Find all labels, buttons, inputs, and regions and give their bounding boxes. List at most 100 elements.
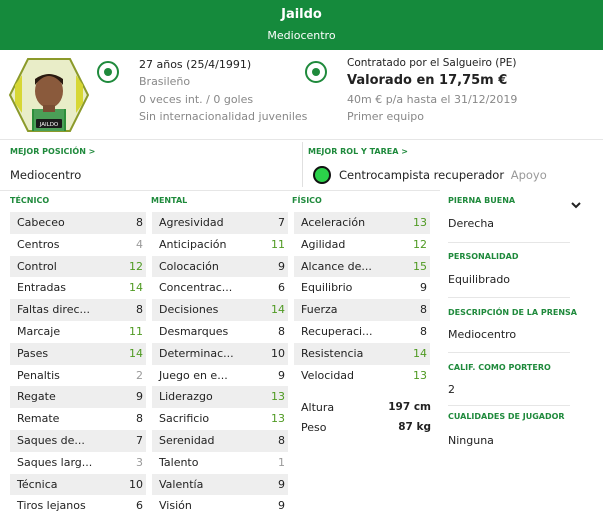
attribute-row[interactable]: Aceleración 13 <box>294 212 430 234</box>
best-position-value: Mediocentro <box>10 168 82 182</box>
attribute-label: Remate <box>17 412 60 426</box>
attribute-value: 9 <box>136 390 143 404</box>
attribute-row[interactable]: Determinac... 10 <box>152 342 288 365</box>
attribute-value: 9 <box>278 499 285 513</box>
fisico-attributes: Aceleración 13 Agilidad 12 Alcance de... 15 Eq… <box>294 212 430 386</box>
attribute-label: Decisiones <box>159 303 219 317</box>
attribute-label: Penaltis <box>17 368 60 382</box>
attribute-label: Aceleración <box>301 216 366 229</box>
attribute-row[interactable]: Desmarques 8 <box>152 321 288 343</box>
attribute-value: 9 <box>278 368 285 382</box>
attribute-row[interactable]: Decisiones 14 <box>152 299 288 321</box>
attribute-row[interactable]: Faltas direc... 8 <box>10 299 146 321</box>
attribute-row[interactable]: Tiros lejanos 6 <box>10 495 146 517</box>
attribute-label: Agilidad <box>301 237 346 251</box>
weight-row: Peso 87 kg <box>294 417 434 437</box>
attribute-row[interactable]: Penaltis 2 <box>10 365 146 387</box>
tecnico-attributes: Cabeceo 8 Centros 4 Control 12 Entradas 14 Falta… <box>10 212 146 517</box>
role-status-icon <box>313 166 331 184</box>
attribute-row[interactable]: Regate 9 <box>10 386 146 409</box>
attribute-row[interactable]: Remate 8 <box>10 408 146 430</box>
attribute-row[interactable]: Equilibrio 9 <box>294 277 430 299</box>
attribute-row[interactable]: Serenidad 8 <box>152 429 288 452</box>
club-badge-icon[interactable] <box>305 61 327 83</box>
attribute-row[interactable]: Centros 4 <box>10 234 146 256</box>
height-row: Altura 197 cm <box>294 397 434 417</box>
attribute-row[interactable]: Saques larg... 3 <box>10 452 146 474</box>
mental-attributes: Agresividad 7 Anticipación 11 Colocación 9 Con… <box>152 212 288 517</box>
attribute-row[interactable]: Juego en e... 9 <box>152 365 288 387</box>
attribute-value: 14 <box>129 346 143 360</box>
attribute-value: 6 <box>278 281 285 295</box>
weight-value: 87 kg <box>398 421 431 433</box>
attribute-row[interactable]: Agresividad 7 <box>152 212 288 234</box>
divider <box>302 142 303 187</box>
player-age: 27 años (25/4/1991) <box>139 58 252 71</box>
tecnico-heading: TÉCNICO <box>10 196 50 205</box>
player-position: Mediocentro <box>267 29 336 42</box>
attribute-value: 13 <box>271 390 285 404</box>
gk-rating-value: 2 <box>448 383 455 396</box>
attribute-value: 11 <box>129 324 143 338</box>
best-role-link[interactable]: MEJOR ROL Y TAREA > <box>308 147 408 156</box>
contract-wage: 40m € p/a hasta el 31/12/2019 <box>347 93 518 106</box>
nation-badge-icon[interactable] <box>97 61 119 83</box>
attribute-label: Concentrac... <box>159 281 233 295</box>
player-header: Jaildo Mediocentro <box>0 0 603 50</box>
attribute-value: 12 <box>413 237 427 251</box>
qualities-value: Ninguna <box>448 434 494 447</box>
attribute-row[interactable]: Alcance de... 15 <box>294 255 430 278</box>
attribute-value: 11 <box>271 237 285 251</box>
attribute-row[interactable]: Entradas 14 <box>10 277 146 299</box>
attribute-row[interactable]: Agilidad 12 <box>294 234 430 256</box>
attribute-row[interactable]: Talento 1 <box>152 452 288 474</box>
attribute-row[interactable]: Sacrificio 13 <box>152 408 288 430</box>
attribute-row[interactable]: Marcaje 11 <box>10 321 146 343</box>
player-caps: 0 veces int. / 0 goles <box>139 93 254 106</box>
attribute-label: Saques de... <box>17 433 85 447</box>
player-value: Valorado en 17,75m € <box>347 73 508 88</box>
attribute-row[interactable]: Liderazgo 13 <box>152 386 288 409</box>
attribute-label: Entradas <box>17 281 66 295</box>
attribute-row[interactable]: Anticipación 11 <box>152 234 288 256</box>
attribute-value: 6 <box>136 499 143 513</box>
attribute-row[interactable]: Fuerza 8 <box>294 299 430 321</box>
attribute-row[interactable]: Colocación 9 <box>152 255 288 278</box>
best-position-link[interactable]: MEJOR POSICIÓN > <box>10 147 95 156</box>
chevron-down-icon[interactable] <box>569 198 583 212</box>
attribute-value: 1 <box>278 455 285 469</box>
attribute-row[interactable]: Valentía 9 <box>152 473 288 496</box>
attribute-row[interactable]: Técnica 10 <box>10 473 146 496</box>
attribute-label: Serenidad <box>159 433 215 447</box>
attribute-value: 7 <box>136 433 143 447</box>
attribute-value: 8 <box>278 324 285 338</box>
attribute-label: Centros <box>17 237 60 251</box>
attribute-row[interactable]: Control 12 <box>10 255 146 278</box>
attribute-label: Resistencia <box>301 346 364 360</box>
attribute-row[interactable]: Pases 14 <box>10 342 146 365</box>
attribute-value: 8 <box>136 216 143 229</box>
attribute-row[interactable]: Visión 9 <box>152 495 288 517</box>
fisico-heading: FÍSICO <box>292 196 322 205</box>
attribute-row[interactable]: Concentrac... 6 <box>152 277 288 299</box>
attribute-value: 9 <box>278 477 285 491</box>
divider <box>448 352 570 353</box>
qualities-label: CUALIDADES DE JUGADOR <box>448 412 565 421</box>
player-portrait[interactable]: JAILDO <box>8 57 90 133</box>
attribute-row[interactable]: Recuperaci... 8 <box>294 321 430 343</box>
attribute-row[interactable]: Resistencia 14 <box>294 342 430 365</box>
attribute-value: 10 <box>271 346 285 360</box>
contract-club[interactable]: Contratado por el Salgueiro (PE) <box>347 57 516 69</box>
attribute-row[interactable]: Saques de... 7 <box>10 429 146 452</box>
player-name: Jaildo <box>281 7 322 22</box>
attribute-label: Pases <box>17 346 49 360</box>
divider <box>448 242 570 243</box>
attribute-label: Alcance de... <box>301 259 372 273</box>
player-youth-caps: Sin internacionalidad juveniles <box>139 110 308 123</box>
attribute-row[interactable]: Cabeceo 8 <box>10 212 146 234</box>
attribute-label: Faltas direc... <box>17 303 91 317</box>
attribute-row[interactable]: Velocidad 13 <box>294 365 430 387</box>
attribute-label: Determinac... <box>159 346 234 360</box>
foot-value: Derecha <box>448 217 495 230</box>
best-role-value: Centrocampista recuperador Apoyo <box>339 168 547 182</box>
